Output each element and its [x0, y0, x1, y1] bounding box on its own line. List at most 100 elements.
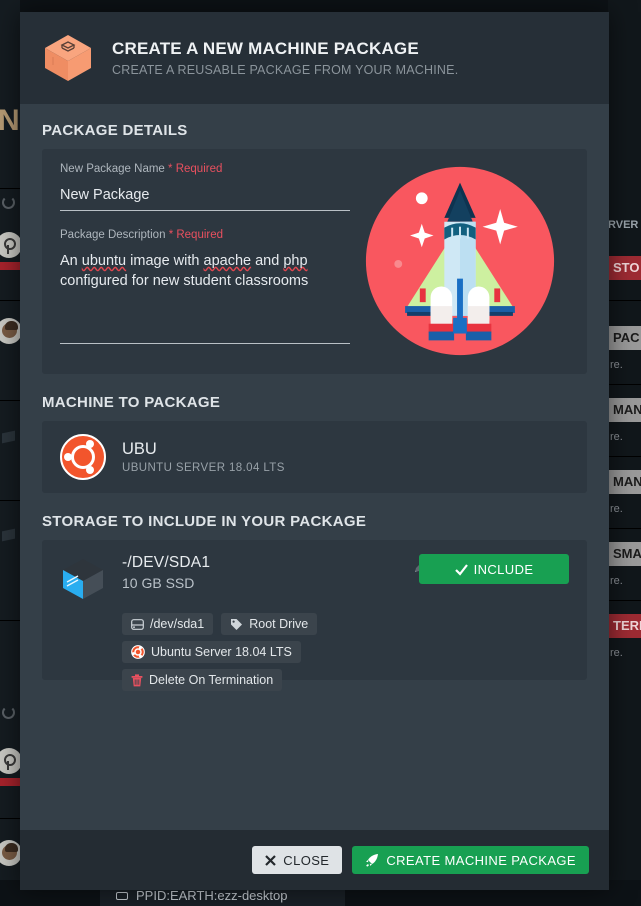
storage-card: -/DEV/SDA1 10 GB SSD INCLUDE /dev/sda1 R… — [42, 540, 587, 691]
close-button[interactable]: CLOSE — [252, 846, 343, 874]
space-shuttle-illustration — [350, 163, 569, 358]
desc-misspelled-word: apache — [203, 253, 252, 269]
rail-divider — [0, 300, 20, 301]
status-chip[interactable]: TERM — [608, 614, 641, 638]
rail-divider — [0, 400, 20, 401]
status-bar-red — [0, 778, 20, 786]
desc-misspelled-word: ubuntu — [81, 253, 127, 269]
machine-info: UBU UBUNTU SERVER 18.04 LTS — [122, 440, 285, 474]
avatar[interactable] — [0, 232, 22, 258]
package-box-icon — [42, 32, 94, 84]
create-button-label: CREATE MACHINE PACKAGE — [386, 852, 576, 868]
status-chip[interactable]: MAN — [608, 398, 641, 422]
modal-title: CREATE A NEW MACHINE PACKAGE — [112, 39, 419, 58]
refresh-icon[interactable] — [2, 706, 15, 719]
avatar[interactable] — [0, 840, 22, 866]
badge-delete-on-termination[interactable]: Delete On Termination — [122, 669, 283, 691]
include-button-label: INCLUDE — [473, 561, 534, 577]
hard-drive-icon — [131, 618, 144, 630]
modal-subtitle: CREATE A REUSABLE PACKAGE FROM YOUR MACH… — [112, 63, 459, 77]
badge-row: Ubuntu Server 18.04 LTS — [122, 641, 569, 663]
machine-card[interactable]: UBU UBUNTU SERVER 18.04 LTS — [42, 421, 587, 493]
background-topbar — [0, 0, 641, 12]
new-package-name-input[interactable] — [60, 187, 350, 211]
section-title-storage: STORAGE TO INCLUDE IN YOUR PACKAGE — [42, 513, 367, 530]
badge-label: Ubuntu Server 18.04 LTS — [151, 645, 292, 659]
label-text: Package Description — [60, 229, 166, 241]
section-title-package-details: PACKAGE DETAILS — [42, 122, 188, 139]
tag-icon — [116, 892, 128, 900]
tag-icon — [231, 618, 243, 630]
machine-os: UBUNTU SERVER 18.04 LTS — [122, 462, 285, 474]
desc-misspelled-word: php — [283, 253, 308, 269]
row-subtext: re. — [610, 647, 623, 659]
storage-badges: /dev/sda1 Root Drive Ubuntu Server 18.04… — [122, 613, 569, 691]
create-machine-package-modal: CREATE A NEW MACHINE PACKAGE CREATE A RE… — [20, 12, 609, 890]
bottom-card-label: PPID:EARTH:ezz-desktop — [136, 888, 288, 903]
modal-body: PACKAGE DETAILS New Package Name * Requi… — [20, 104, 609, 830]
row-divider — [608, 600, 641, 601]
storage-size: 10 GB SSD — [122, 575, 195, 591]
rail-divider — [0, 818, 20, 819]
package-description-label: Package Description * Required — [60, 229, 350, 241]
row-divider — [608, 300, 641, 301]
section-title-machine-to-package: MACHINE TO PACKAGE — [42, 394, 221, 411]
status-chip[interactable]: SMA — [608, 542, 641, 566]
create-machine-package-button[interactable]: CREATE MACHINE PACKAGE — [352, 846, 589, 874]
rail-brand-letter: N — [0, 104, 20, 137]
modal-header-text: CREATE A NEW MACHINE PACKAGE CREATE A RE… — [112, 39, 458, 77]
include-button[interactable]: INCLUDE — [419, 554, 569, 584]
package-details-card: New Package Name * Required Package Desc… — [42, 149, 587, 374]
ubuntu-logo-icon — [60, 434, 106, 480]
modal-header: CREATE A NEW MACHINE PACKAGE CREATE A RE… — [20, 12, 609, 104]
ubuntu-icon — [131, 645, 145, 659]
trash-icon — [131, 673, 143, 686]
rail-divider — [0, 188, 20, 189]
server-label: RVER — [608, 219, 639, 231]
row-subtext: re. — [610, 503, 623, 515]
avatar[interactable] — [0, 748, 22, 774]
required-marker: * Required — [168, 163, 223, 175]
package-icon[interactable] — [2, 430, 15, 444]
check-icon — [454, 563, 468, 576]
desc-fragment: configured for new student classrooms — [60, 272, 309, 289]
rocket-icon — [366, 854, 379, 867]
machine-name: UBU — [122, 440, 157, 458]
row-subtext: re. — [610, 431, 623, 443]
close-button-label: CLOSE — [283, 852, 330, 868]
avatar[interactable] — [0, 318, 22, 344]
desc-fragment: image with — [126, 253, 204, 269]
badge-row: /dev/sda1 Root Drive — [122, 613, 569, 635]
badge-root-drive[interactable]: Root Drive — [221, 613, 318, 635]
row-subtext: re. — [610, 575, 623, 587]
row-divider — [608, 456, 641, 457]
status-chip[interactable]: STO — [608, 256, 641, 280]
package-details-form: New Package Name * Required Package Desc… — [60, 163, 350, 358]
status-chip[interactable]: PAC — [608, 326, 641, 350]
storage-device-name: -/DEV/SDA1 — [122, 554, 211, 571]
refresh-icon[interactable] — [2, 196, 15, 209]
status-bar-red — [0, 262, 20, 270]
status-chip[interactable]: MAN — [608, 470, 641, 494]
badge-label: Root Drive — [249, 617, 309, 631]
badge-row: Delete On Termination — [122, 669, 569, 691]
rail-divider — [0, 620, 20, 621]
row-divider — [608, 528, 641, 529]
row-subtext: re. — [610, 359, 623, 371]
background-right-panel[interactable]: RVER STO PAC re. MAN re. MAN re. SMA re.… — [608, 0, 641, 906]
disk-box-icon — [60, 556, 106, 602]
x-icon — [265, 854, 277, 866]
package-description-input[interactable]: An ubuntu image with apache and php conf… — [60, 252, 350, 344]
row-divider — [608, 384, 641, 385]
background-left-rail[interactable]: N — [0, 0, 22, 906]
badge-device[interactable]: /dev/sda1 — [122, 613, 214, 635]
package-icon[interactable] — [2, 528, 15, 542]
required-marker: * Required — [168, 229, 224, 241]
badge-os[interactable]: Ubuntu Server 18.04 LTS — [122, 641, 301, 663]
new-package-name-label: New Package Name * Required — [60, 163, 350, 175]
label-text: New Package Name — [60, 163, 165, 175]
desc-fragment: An — [60, 253, 82, 269]
modal-footer: CLOSE CREATE MACHINE PACKAGE — [20, 830, 609, 890]
desc-fragment: and — [251, 253, 284, 269]
